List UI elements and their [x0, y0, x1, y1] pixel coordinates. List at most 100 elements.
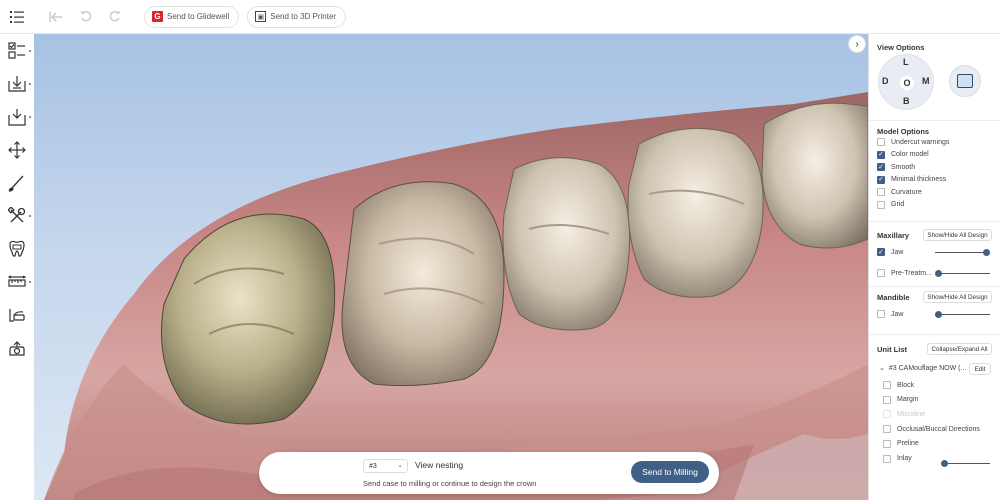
- left-toolbar: [0, 34, 34, 500]
- unit-item-row[interactable]: Microline: [883, 410, 926, 419]
- first-step-icon[interactable]: [40, 0, 70, 34]
- 3d-viewport[interactable]: [34, 34, 868, 500]
- model-option-label: Minimal thickness: [891, 176, 947, 183]
- camera-icon[interactable]: [0, 331, 34, 364]
- slider-thumb[interactable]: [941, 460, 948, 467]
- view-direction-center[interactable]: O: [900, 76, 914, 90]
- model-option-checkbox[interactable]: ✓: [877, 175, 885, 184]
- model-option-row[interactable]: ✓ Color model: [877, 150, 929, 159]
- move-icon[interactable]: [0, 133, 34, 166]
- maxillary-jaw-row[interactable]: ✓ Jaw: [877, 248, 903, 256]
- model-option-label: Smooth: [891, 163, 916, 171]
- maxillary-jaw-checkbox[interactable]: ✓: [877, 248, 885, 256]
- model-option-label: Color model: [891, 151, 929, 158]
- design-checklist-icon[interactable]: [0, 34, 34, 67]
- model-option-label: Grid: [891, 201, 905, 208]
- measure-icon[interactable]: [0, 265, 34, 298]
- printer-icon: ▣: [255, 11, 267, 22]
- send-to-glidewell-label: Send to Glidewell: [167, 12, 230, 21]
- tooth-icon[interactable]: [0, 232, 34, 265]
- unit-row[interactable]: ⌄ #3 CAMouflage NOW (...: [879, 364, 966, 373]
- mandible-jaw-row[interactable]: Jaw: [877, 310, 903, 318]
- unit-select[interactable]: #3 ⌄: [363, 459, 408, 473]
- model-option-checkbox[interactable]: [877, 138, 885, 146]
- chevron-down-icon: ⌄: [397, 462, 403, 469]
- model-options-title: Model Options: [877, 127, 930, 136]
- maxillary-pretreatment-slider[interactable]: [935, 270, 990, 277]
- import-scan-icon[interactable]: [0, 67, 34, 100]
- slider-thumb[interactable]: [983, 249, 990, 256]
- view-options-title: View Options: [877, 43, 925, 52]
- perspective-view-button[interactable]: [949, 65, 981, 97]
- send-to-milling-panel: #3 ⌄ View nesting Send case to milling o…: [259, 452, 719, 494]
- articulator-icon[interactable]: [0, 298, 34, 331]
- tools-icon[interactable]: [0, 199, 34, 232]
- maxillary-title: Maxillary: [877, 231, 910, 240]
- mandible-show-hide-button[interactable]: Show/Hide All Design: [923, 291, 992, 303]
- unit-item-label: Block: [897, 381, 915, 389]
- redo-icon[interactable]: [100, 0, 130, 34]
- unit-item-checkbox[interactable]: [883, 410, 891, 419]
- chevron-down-icon[interactable]: ⌄: [879, 364, 885, 372]
- maxillary-pretreatment-checkbox[interactable]: [877, 269, 885, 277]
- model-option-label: Curvature: [891, 188, 922, 196]
- model-option-row[interactable]: Grid: [877, 200, 905, 209]
- send-hint-text: Send case to milling or continue to desi…: [363, 479, 537, 488]
- send-to-milling-button[interactable]: Send to Milling: [631, 461, 709, 483]
- unit-item-row[interactable]: Margin: [883, 395, 919, 404]
- unit-item-checkbox[interactable]: [883, 381, 891, 389]
- model-option-checkbox[interactable]: [877, 200, 885, 209]
- list-menu-icon[interactable]: [0, 0, 34, 34]
- model-option-row[interactable]: Curvature: [877, 188, 922, 196]
- unit-item-label: Preline: [897, 440, 919, 448]
- export-icon[interactable]: [0, 100, 34, 133]
- view-direction-wheel[interactable]: L D O M B: [878, 54, 934, 110]
- divider: [869, 334, 1000, 335]
- unit-item-checkbox[interactable]: [883, 439, 891, 448]
- maxillary-show-hide-button[interactable]: Show/Hide All Design: [923, 229, 992, 241]
- unit-item-checkbox[interactable]: [883, 454, 891, 463]
- view-nesting-link[interactable]: View nesting: [415, 460, 463, 470]
- view-direction-left[interactable]: D: [882, 76, 889, 86]
- chevron-right-icon: ›: [855, 38, 859, 50]
- maxillary-jaw-label: Jaw: [891, 248, 904, 256]
- top-toolbar: G Send to Glidewell ▣ Send to 3D Printer: [0, 0, 1000, 34]
- slider-thumb[interactable]: [935, 311, 942, 318]
- model-option-checkbox[interactable]: ✓: [877, 163, 885, 171]
- unit-item-label: Margin: [897, 396, 919, 404]
- view-direction-right[interactable]: M: [922, 76, 930, 86]
- mandible-jaw-slider[interactable]: [935, 311, 990, 318]
- collapse-expand-all-button[interactable]: Collapse/Expand All: [927, 343, 992, 355]
- maxillary-pretreatment-row[interactable]: Pre-Treatm...: [877, 269, 932, 277]
- unit-item-row[interactable]: Inlay: [883, 454, 912, 463]
- mandible-title: Mandible: [877, 293, 910, 302]
- unit-item-row[interactable]: Block: [883, 381, 914, 389]
- model-option-row[interactable]: Undercut warnings: [877, 138, 949, 146]
- glidewell-logo-icon: G: [152, 11, 163, 22]
- maxillary-jaw-slider[interactable]: [935, 249, 990, 256]
- unit-item-checkbox[interactable]: [883, 395, 891, 404]
- unit-edit-button[interactable]: Edit: [969, 363, 991, 375]
- model-option-row[interactable]: ✓ Smooth: [877, 163, 915, 171]
- send-to-glidewell-button[interactable]: G Send to Glidewell: [144, 5, 240, 28]
- collapse-panel-button[interactable]: ›: [848, 35, 866, 53]
- mandible-jaw-checkbox[interactable]: [877, 310, 885, 318]
- unit-item-row[interactable]: Occlusal/Buccal Directions: [883, 425, 980, 434]
- slider-thumb[interactable]: [935, 270, 942, 277]
- unit-item-checkbox[interactable]: [883, 425, 891, 434]
- divider: [869, 120, 1000, 121]
- model-option-checkbox[interactable]: [877, 188, 885, 196]
- divider: [869, 221, 1000, 222]
- undo-icon[interactable]: [70, 0, 100, 34]
- model-option-checkbox[interactable]: ✓: [877, 150, 885, 159]
- send-to-3d-printer-button[interactable]: ▣ Send to 3D Printer: [247, 5, 347, 28]
- unit-item-label: Microline: [897, 410, 926, 418]
- unit-item-row[interactable]: Preline: [883, 439, 919, 448]
- brush-icon[interactable]: [0, 166, 34, 199]
- view-direction-bottom[interactable]: B: [903, 96, 910, 106]
- model-option-row[interactable]: ✓ Minimal thickness: [877, 175, 947, 184]
- view-direction-top[interactable]: L: [903, 57, 909, 67]
- inlay-slider[interactable]: [941, 460, 990, 467]
- mandible-jaw-label: Jaw: [891, 310, 904, 318]
- dental-model-render[interactable]: [34, 34, 868, 500]
